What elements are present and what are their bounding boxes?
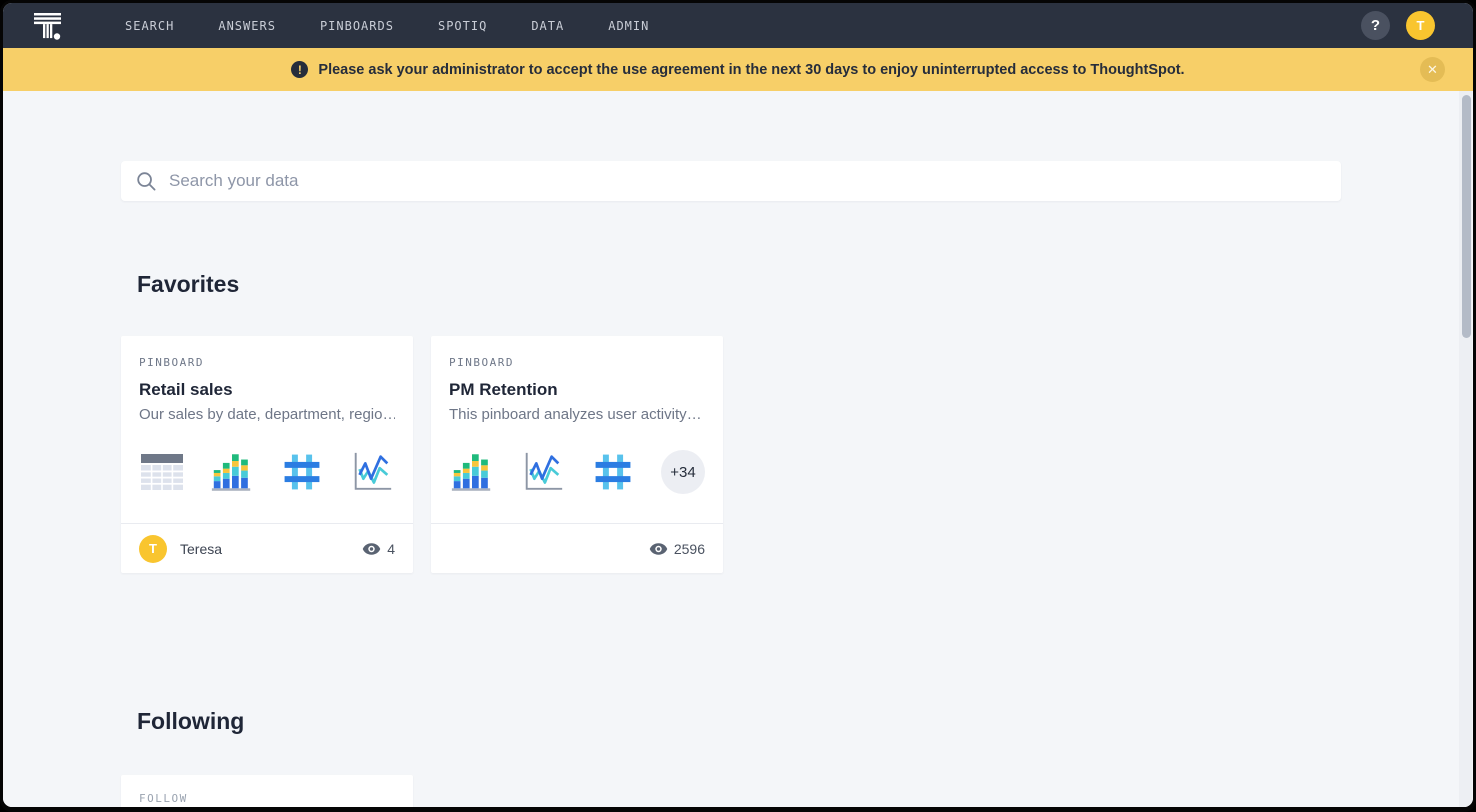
more-visualizations-badge[interactable]: +34 [660, 450, 705, 494]
card-description: This pinboard analyzes user activity… [449, 406, 702, 423]
stacked-bar-chart-icon [209, 449, 255, 495]
nav-right-controls: ? T [1361, 11, 1435, 40]
help-button[interactable]: ? [1361, 11, 1390, 40]
card-body: PINBOARD Retail sales Our sales by date,… [121, 336, 413, 495]
hash-number-icon [279, 449, 325, 495]
scrollbar-thumb[interactable] [1462, 95, 1471, 338]
alert-icon: ! [291, 61, 309, 78]
nav-item-data[interactable]: DATA [529, 13, 566, 39]
author-avatar: T [139, 534, 167, 563]
eye-icon [362, 542, 381, 555]
search-icon [137, 171, 156, 191]
nav-item-search[interactable]: SEARCH [123, 13, 176, 39]
follow-card[interactable]: FOLLOW [121, 775, 413, 807]
card-type-label: FOLLOW [139, 792, 188, 805]
card-title: Retail sales [139, 380, 233, 399]
views: 2596 [649, 541, 705, 557]
search-bar [121, 161, 1341, 201]
search-input[interactable] [167, 170, 1341, 192]
app-window: SEARCH ANSWERS PINBOARDS SPOTIQ DATA ADM… [3, 3, 1473, 807]
pinboard-card-retail-sales[interactable]: PINBOARD Retail sales Our sales by date,… [121, 336, 413, 573]
line-chart-icon [349, 449, 395, 495]
line-chart-icon [520, 449, 566, 495]
card-type-label: PINBOARD [449, 356, 514, 369]
top-navbar: SEARCH ANSWERS PINBOARDS SPOTIQ DATA ADM… [3, 3, 1473, 48]
nav-menu: SEARCH ANSWERS PINBOARDS SPOTIQ DATA ADM… [123, 13, 651, 39]
card-description: Our sales by date, department, regio… [139, 406, 395, 423]
card-footer: T Teresa 4 [121, 523, 413, 573]
agreement-banner: ! Please ask your administrator to accep… [3, 48, 1473, 91]
thoughtspot-logo-icon[interactable] [31, 9, 67, 43]
eye-icon [649, 542, 668, 555]
card-thumbnails [139, 449, 395, 495]
views-count: 4 [387, 540, 395, 557]
table-icon [139, 449, 185, 495]
card-footer: 2596 [431, 523, 723, 573]
user-avatar[interactable]: T [1406, 11, 1435, 40]
nav-item-answers[interactable]: ANSWERS [216, 13, 278, 39]
banner-close-icon[interactable]: ✕ [1420, 57, 1445, 82]
main-content: Favorites PINBOARD Retail sales Our sale… [3, 91, 1473, 807]
banner-content: ! Please ask your administrator to accep… [291, 61, 1185, 78]
hash-number-icon [590, 449, 636, 495]
nav-item-admin[interactable]: ADMIN [606, 13, 651, 39]
nav-item-pinboards[interactable]: PINBOARDS [318, 13, 396, 39]
window-frame: SEARCH ANSWERS PINBOARDS SPOTIQ DATA ADM… [0, 0, 1476, 812]
favorites-cards: PINBOARD Retail sales Our sales by date,… [121, 336, 723, 573]
nav-item-spotiq[interactable]: SPOTIQ [436, 13, 489, 39]
banner-message: Please ask your administrator to accept … [318, 61, 1185, 78]
card-body: PINBOARD PM Retention This pinboard anal… [431, 336, 723, 495]
author-name: Teresa [180, 540, 223, 557]
favorites-heading: Favorites [137, 271, 240, 297]
pinboard-card-pm-retention[interactable]: PINBOARD PM Retention This pinboard anal… [431, 336, 723, 573]
views: 4 [362, 541, 395, 557]
following-heading: Following [137, 708, 245, 734]
card-type-label: PINBOARD [139, 356, 204, 369]
card-title: PM Retention [449, 380, 558, 399]
card-thumbnails: +34 [449, 449, 705, 495]
stacked-bar-chart-icon [449, 449, 495, 495]
views-count: 2596 [673, 540, 705, 557]
